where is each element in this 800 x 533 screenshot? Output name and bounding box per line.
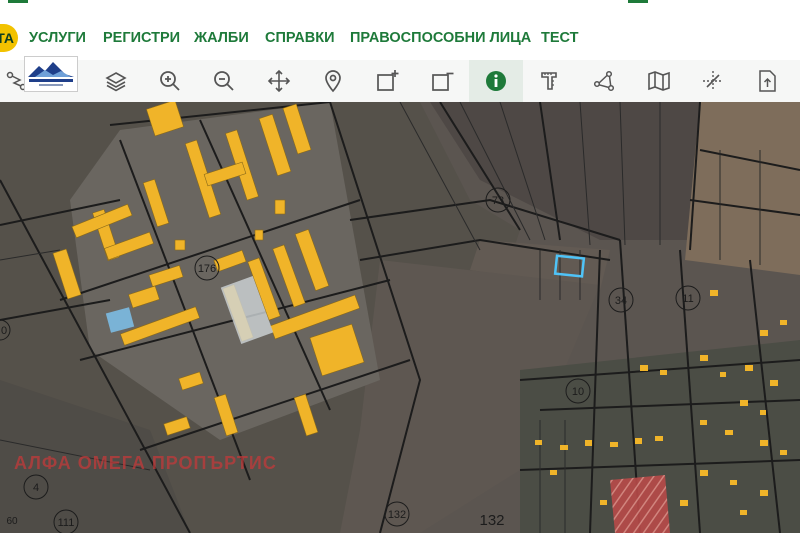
- parcel-label: 0: [1, 325, 7, 337]
- satellite-map[interactable]: 73 176 34 11 10 132 111 132 0 4 60 АЛФА …: [0, 102, 800, 533]
- parcel-label: 176: [198, 263, 216, 275]
- export-tool[interactable]: [740, 60, 794, 102]
- parcel-label: 132: [388, 509, 406, 521]
- top-strip: [0, 0, 800, 8]
- polyline-tool[interactable]: [577, 60, 631, 102]
- company-logo-image: [28, 62, 74, 86]
- add-rectangle-tool[interactable]: [360, 60, 414, 102]
- nav-item-registers[interactable]: РЕГИСТРИ: [103, 30, 180, 46]
- nav-item-licensed-persons[interactable]: ПРАВОСПОСОБНИ ЛИЦА: [350, 30, 531, 46]
- map-icon: [648, 71, 670, 91]
- layers-tool[interactable]: [89, 60, 143, 102]
- parcel-label: 73: [492, 195, 504, 207]
- top-strip-mark: [628, 0, 648, 3]
- parcel-label: 60: [6, 516, 18, 527]
- hatched-parcel: [610, 475, 670, 533]
- map-toolbar: [0, 60, 800, 103]
- nav-item-test[interactable]: ТЕСТ: [541, 30, 579, 46]
- zoom-out-icon: [214, 71, 234, 91]
- polyline-icon: [593, 70, 615, 92]
- parcel-label: 111: [58, 517, 75, 529]
- location-tool[interactable]: [306, 60, 360, 102]
- pan-tool[interactable]: [252, 60, 306, 102]
- info-tool[interactable]: [469, 60, 523, 102]
- parcel-label: 132: [479, 512, 504, 529]
- intersection-icon: [703, 71, 723, 91]
- top-strip-mark: [8, 0, 28, 3]
- remove-rectangle-icon: [432, 72, 454, 91]
- parcel-label: 11: [682, 293, 693, 305]
- map-tool[interactable]: [632, 60, 686, 102]
- nav-item-services[interactable]: УСЛУГИ: [29, 30, 86, 46]
- intersection-tool[interactable]: [686, 60, 740, 102]
- nav-item-references[interactable]: СПРАВКИ: [265, 30, 335, 46]
- export-icon: [759, 70, 776, 92]
- measure-icon: [541, 72, 557, 90]
- remove-rectangle-tool[interactable]: [415, 60, 469, 102]
- location-pin-icon: [325, 70, 341, 93]
- add-rectangle-icon: [377, 70, 399, 91]
- parcel-label: 4: [33, 482, 39, 494]
- watermark-text: АЛФА ОМЕГА ПРОПЪРТИС: [14, 453, 277, 473]
- nav-badge[interactable]: ТА: [0, 24, 18, 52]
- layers-icon: [105, 72, 127, 92]
- zoom-in-tool[interactable]: [143, 60, 197, 102]
- parcel-label: 10: [572, 386, 584, 398]
- map-view[interactable]: 73 176 34 11 10 132 111 132 0 4 60 АЛФА …: [0, 102, 800, 533]
- company-logo: [24, 56, 78, 92]
- parcel-label: 34: [615, 295, 627, 307]
- nav-item-complaints[interactable]: ЖАЛБИ: [194, 30, 249, 46]
- pan-icon: [267, 69, 291, 93]
- info-icon: [486, 71, 506, 91]
- measure-tool[interactable]: [523, 60, 577, 102]
- zoom-out-tool[interactable]: [197, 60, 251, 102]
- zoom-in-icon: [160, 71, 180, 91]
